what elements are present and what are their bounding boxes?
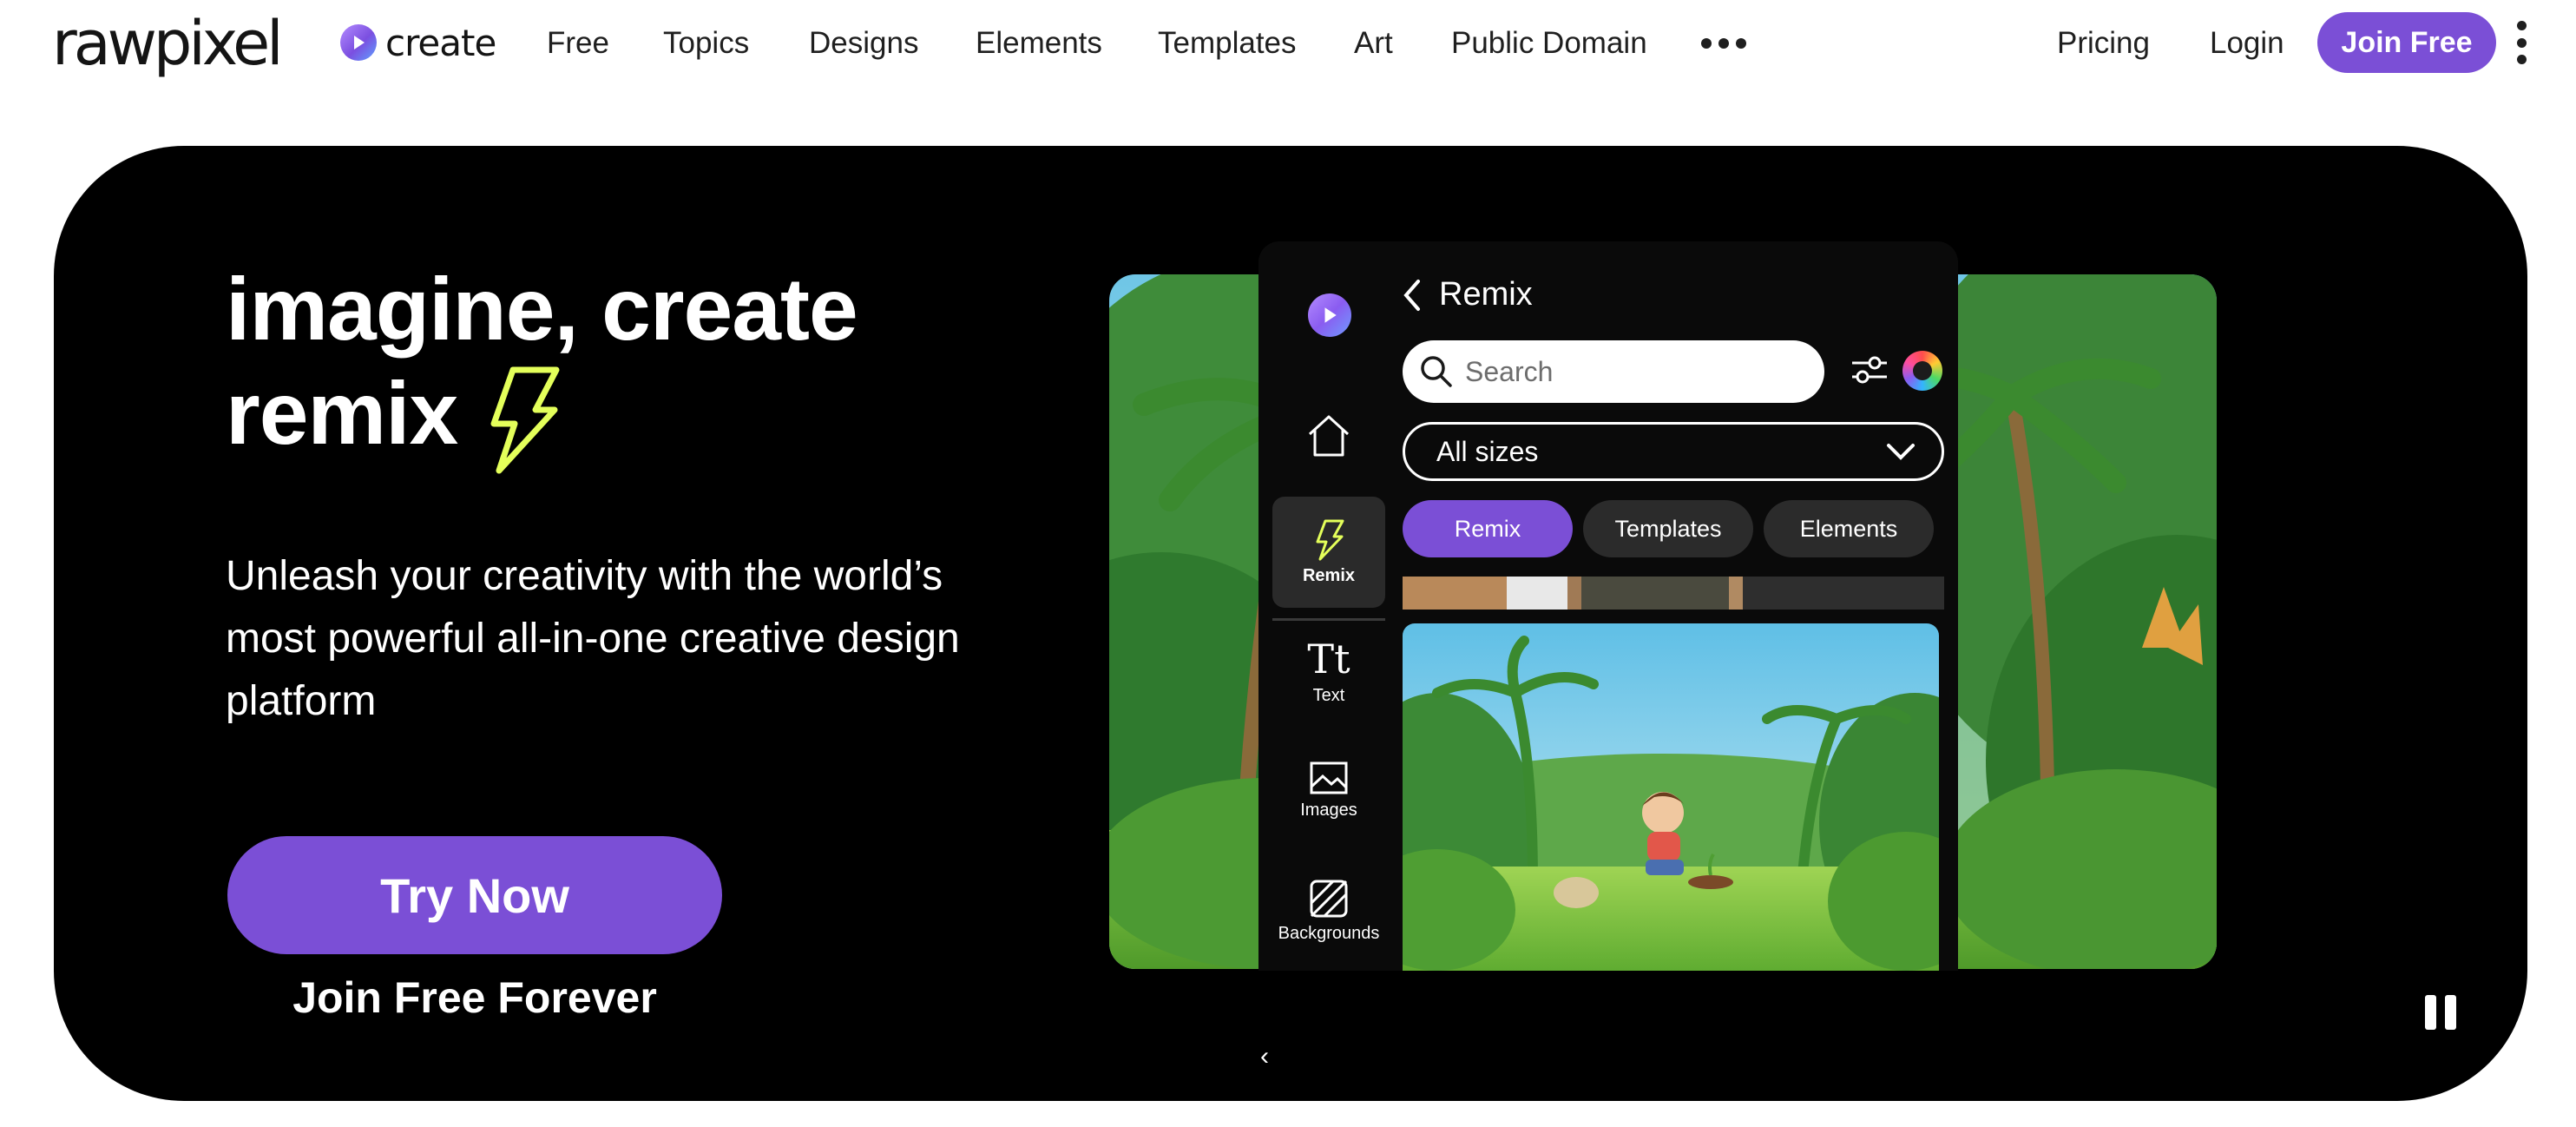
size-select-value: All sizes [1436,435,1539,467]
remix-title-text: Remix [1439,276,1533,313]
nav-pricing[interactable]: Pricing [2057,23,2150,64]
sidebar-item-backgrounds[interactable]: Backgrounds [1272,879,1385,944]
hero-headline: imagine, create remix [226,257,858,474]
category-chips: Remix Templates Elements [1403,500,1934,557]
text-icon: Tt [1307,636,1350,682]
nav-public-domain[interactable]: Public Domain [1451,23,1647,64]
search-input[interactable]: Search [1403,340,1824,403]
sidebar-item-remix[interactable]: Remix [1272,497,1385,608]
join-free-forever-text[interactable]: Join Free Forever [227,972,722,1023]
nav-art[interactable]: Art [1354,23,1393,64]
create-logo-icon [1308,293,1351,337]
nav-free[interactable]: Free [547,23,609,64]
nav-designs[interactable]: Designs [809,23,918,64]
create-label: create [385,21,496,64]
more-menu-icon[interactable] [1701,24,1746,63]
top-navigation: rawpixel create Free Topics Designs Elem… [0,0,2576,87]
sidebar-label-text: Text [1312,686,1345,705]
nav-templates[interactable]: Templates [1158,23,1297,64]
kebab-menu-icon[interactable] [2515,21,2527,64]
search-icon [1421,356,1452,387]
lightning-remix-icon [1316,519,1344,560]
sidebar-label-remix: Remix [1302,565,1356,585]
nav-elements[interactable]: Elements [976,23,1102,64]
editor-panel: Remix Tt Text Images Backgrounds Remix S… [1258,241,1958,971]
try-now-button[interactable]: Try Now [227,836,722,954]
nav-topics[interactable]: Topics [663,23,749,64]
collapse-chevron-icon[interactable]: ‹ [1260,1042,1269,1071]
remix-panel-title: Remix [1403,276,1533,313]
rawpixel-logo[interactable]: rawpixel [52,5,284,82]
back-chevron-icon[interactable] [1403,279,1422,312]
pause-icon[interactable] [2425,995,2456,1030]
chip-remix[interactable]: Remix [1403,500,1573,557]
create-play-icon [340,24,377,61]
filter-sliders-icon[interactable] [1850,353,1889,387]
headline-line-1: imagine, create [226,260,858,359]
chevron-down-icon [1887,444,1915,460]
sidebar-item-text[interactable]: Tt Text [1272,637,1385,706]
hero-subtitle: Unleash your creativity with the world’s… [226,553,960,724]
color-wheel-icon[interactable] [1902,351,1942,391]
remix-result-thumbnail[interactable] [1403,623,1939,971]
home-icon[interactable] [1272,413,1385,458]
editor-sidebar: Remix Tt Text Images Backgrounds [1258,241,1401,971]
join-free-button[interactable]: Join Free [2317,12,2496,73]
image-icon [1310,761,1348,794]
size-select[interactable]: All sizes [1403,422,1944,481]
headline-line-2: remix [226,364,458,463]
sidebar-label-backgrounds: Backgrounds [1278,924,1380,943]
sidebar-label-images: Images [1300,801,1357,820]
thumbnail-strip[interactable] [1403,577,1944,610]
search-placeholder: Search [1465,355,1554,387]
chip-templates[interactable]: Templates [1583,500,1753,557]
backgrounds-icon [1310,880,1348,918]
nav-login[interactable]: Login [2210,23,2284,64]
chip-elements[interactable]: Elements [1764,500,1934,557]
lightning-bolt-icon [483,366,562,474]
create-link[interactable]: create [340,21,496,64]
sidebar-item-images[interactable]: Images [1272,761,1385,821]
sidebar-divider [1272,618,1385,621]
